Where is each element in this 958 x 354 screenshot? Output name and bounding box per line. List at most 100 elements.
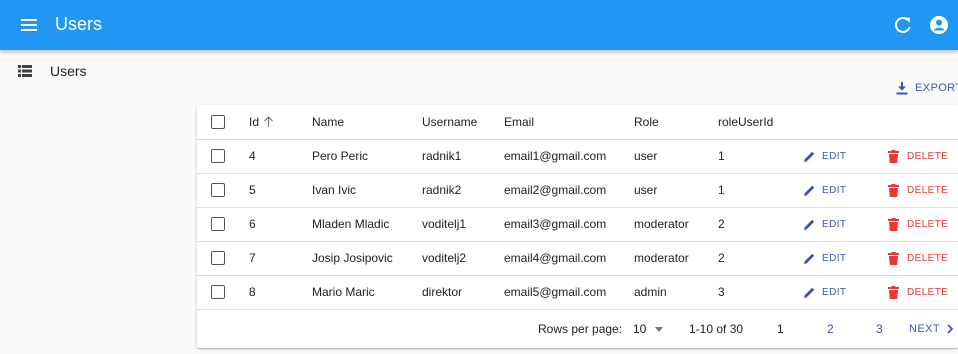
column-header-roleuserid[interactable]: roleUserId [718,105,773,139]
pencil-icon [804,287,815,298]
cell-roleuserid: 1 [718,149,725,163]
trash-icon [888,285,899,299]
next-label: NEXT [909,323,940,335]
trash-icon [888,217,899,231]
account-icon[interactable] [929,15,949,35]
row-checkbox[interactable] [211,251,225,265]
table-row: 4 Pero Peric radnik1 email1@gmail.com us… [197,139,958,174]
cell-username: voditelj2 [422,251,467,265]
delete-label: DELETE [907,150,949,162]
cell-name: Mario Maric [312,285,375,299]
cell-email: email5@gmail.com [504,285,607,299]
page-button-3[interactable]: 3 [876,310,883,348]
column-header-role[interactable]: Role [634,105,659,139]
cell-name: Josip Josipovic [312,251,393,265]
table-row: 7 Josip Josipovic voditelj2 email4@gmail… [197,241,958,276]
table-row: 5 Ivan Ivic radnik2 email2@gmail.com use… [197,173,958,208]
cell-id: 5 [249,183,256,197]
cell-email: email3@gmail.com [504,217,607,231]
page-button-1[interactable]: 1 [777,310,784,348]
rows-per-page-value: 10 [633,322,647,336]
cell-id: 6 [249,217,256,231]
cell-email: email4@gmail.com [504,251,607,265]
edit-button[interactable]: EDIT [803,241,846,275]
delete-label: DELETE [907,184,949,196]
app-title: Users [55,14,103,34]
edit-button[interactable]: EDIT [803,207,846,241]
table-header: Id Name Username Email Role roleUserId [197,105,958,140]
cell-role: moderator [634,251,689,265]
edit-label: EDIT [822,150,847,162]
delete-button[interactable]: DELETE [888,139,948,173]
export-button[interactable]: EXPORT [895,76,958,100]
cell-roleuserid: 3 [718,285,725,299]
delete-button[interactable]: DELETE [888,207,948,241]
pencil-icon [804,185,815,196]
column-header-email[interactable]: Email [504,105,534,139]
trash-icon [888,183,899,197]
menu-icon[interactable] [20,16,38,34]
edit-label: EDIT [822,184,847,196]
edit-button[interactable]: EDIT [803,139,846,173]
cell-email: email1@gmail.com [504,149,607,163]
edit-label: EDIT [822,252,847,264]
edit-button[interactable]: EDIT [803,173,846,207]
rows-per-page-label: Rows per page: [538,322,623,336]
table-row: 8 Mario Maric direktor email5@gmail.com … [197,275,958,310]
cell-username: radnik2 [422,183,462,197]
row-checkbox[interactable] [211,285,225,299]
cell-role: moderator [634,217,689,231]
sidebar-item-label: Users [50,63,87,79]
pagination: Rows per page: 10 1-10 of 30 1 2 3 NEXT [197,310,958,348]
next-page-button[interactable]: NEXT [909,310,954,348]
row-checkbox[interactable] [211,217,225,231]
row-checkbox[interactable] [211,183,225,197]
delete-button[interactable]: DELETE [888,173,948,207]
cell-username: radnik1 [422,149,462,163]
cell-id: 4 [249,149,256,163]
cell-roleuserid: 2 [718,251,725,265]
cell-role: user [634,149,658,163]
cell-role: user [634,183,658,197]
delete-label: DELETE [907,252,949,264]
column-header-id[interactable]: Id [249,105,259,139]
app-bar: Users [0,0,958,50]
dropdown-arrow-icon [654,327,663,333]
edit-label: EDIT [822,286,847,298]
export-label: EXPORT [915,82,958,94]
pencil-icon [804,151,815,162]
rows-per-page-select[interactable]: 10 [633,310,663,348]
column-header-username[interactable]: Username [422,105,477,139]
refresh-icon[interactable] [894,16,912,34]
column-header-name[interactable]: Name [312,105,344,139]
row-checkbox[interactable] [211,149,225,163]
cell-roleuserid: 1 [718,183,725,197]
select-all-checkbox[interactable] [211,115,225,129]
delete-button[interactable]: DELETE [888,275,948,309]
trash-icon [888,149,899,163]
pagination-range: 1-10 of 30 [689,322,744,336]
users-table: Id Name Username Email Role roleUserId 4… [197,105,958,348]
cell-id: 7 [249,251,256,265]
pencil-icon [804,219,815,230]
cell-roleuserid: 2 [718,217,725,231]
cell-role: admin [634,285,667,299]
cell-id: 8 [249,285,256,299]
trash-icon [888,251,899,265]
table-row: 6 Mladen Mladic voditelj1 email3@gmail.c… [197,207,958,242]
cell-name: Mladen Mladic [312,217,390,231]
cell-username: direktor [422,285,463,299]
edit-label: EDIT [822,218,847,230]
sidebar-item-users[interactable]: Users [0,54,195,88]
cell-name: Pero Peric [312,149,369,163]
download-icon [896,82,908,95]
delete-label: DELETE [907,218,949,230]
page-button-2[interactable]: 2 [827,310,834,348]
delete-button[interactable]: DELETE [888,241,948,275]
edit-button[interactable]: EDIT [803,275,846,309]
delete-label: DELETE [907,286,949,298]
cell-username: voditelj1 [422,217,467,231]
cell-email: email2@gmail.com [504,183,607,197]
pencil-icon [804,253,815,264]
arrow-up-icon[interactable] [263,116,274,128]
